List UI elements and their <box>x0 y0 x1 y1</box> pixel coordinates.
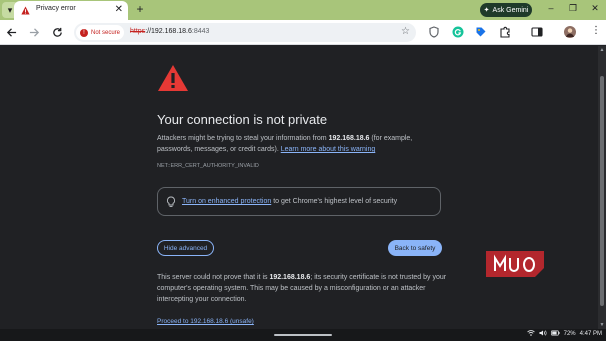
details-paragraph: This server could not prove that it is 1… <box>157 272 457 305</box>
os-taskbar: 72% 4:47 PM <box>0 329 606 341</box>
scroll-up-icon[interactable]: ▲ <box>599 47 605 53</box>
error-code: NET::ERR_CERT_AUTHORITY_INVALID <box>157 163 259 169</box>
scroll-down-icon[interactable]: ▼ <box>599 322 605 328</box>
details-text: This server could not prove that it is <box>157 274 270 281</box>
address-bar[interactable]: ! Not secure https://192.168.18.6:8443 ☆ <box>74 23 416 42</box>
page-title: Your connection is not private <box>157 112 328 127</box>
tab-title: Privacy error <box>36 5 76 12</box>
url-text[interactable]: https://192.168.18.6:8443 <box>130 28 209 35</box>
warning-triangle-icon <box>21 6 30 15</box>
arrow-left-icon <box>6 27 16 37</box>
danger-icon: ! <box>80 28 88 37</box>
wifi-icon[interactable] <box>526 330 535 338</box>
intro-text: Attackers might be trying to steal your … <box>157 135 329 142</box>
reload-icon <box>52 27 62 37</box>
arrow-right-icon <box>29 27 39 37</box>
enhanced-protection-text: Turn on enhanced protection to get Chrom… <box>182 198 397 205</box>
minimize-button[interactable]: – <box>544 3 558 13</box>
ask-gemini-label: Ask Gemini <box>492 6 529 14</box>
url-host: ://192.168.18.6 <box>145 28 192 35</box>
scrollbar-thumb[interactable] <box>600 76 604 306</box>
page-scrollbar[interactable]: ▲ ▼ <box>598 46 606 329</box>
muo-watermark-logo <box>486 251 544 277</box>
reload-button[interactable] <box>50 25 64 39</box>
puzzle-extensions-icon[interactable] <box>499 26 511 38</box>
tab-strip: ▾ Privacy error ✕ + ✦ Ask Gemini – ❐ ✕ <box>0 0 606 20</box>
enhanced-protection-link[interactable]: Turn on enhanced protection <box>182 198 271 205</box>
back-button[interactable] <box>4 25 18 39</box>
clock[interactable]: 4:47 PM <box>580 331 602 337</box>
sparkle-icon: ✦ <box>483 7 490 14</box>
new-tab-button[interactable]: + <box>133 2 147 16</box>
intro-paragraph: Attackers might be trying to steal your … <box>157 133 447 155</box>
chevron-down-icon: ▾ <box>7 4 13 15</box>
bookmark-star-icon[interactable]: ☆ <box>401 26 410 37</box>
enhanced-protection-box: Turn on enhanced protection to get Chrom… <box>157 187 441 216</box>
close-window-button[interactable]: ✕ <box>588 3 602 14</box>
battery-icon[interactable] <box>550 330 560 338</box>
tab-privacy-error[interactable]: Privacy error ✕ <box>14 1 128 20</box>
forward-button[interactable] <box>27 25 41 39</box>
system-tray: 72% 4:47 PM <box>526 330 602 338</box>
url-scheme: https <box>130 28 146 35</box>
volume-icon[interactable] <box>539 330 547 338</box>
browser-toolbar: ! Not secure https://192.168.18.6:8443 ☆… <box>0 20 606 45</box>
proceed-unsafe-link[interactable]: Proceed to 192.168.18.6 (unsafe) <box>157 318 254 325</box>
warning-triangle-icon <box>158 65 188 91</box>
security-chip-label: Not secure <box>91 29 121 36</box>
details-host: 192.168.18.6 <box>269 274 311 281</box>
security-chip[interactable]: ! Not secure <box>76 25 124 40</box>
close-tab-icon[interactable]: ✕ <box>115 4 123 16</box>
lightbulb-icon <box>167 196 175 207</box>
back-to-safety-button[interactable]: Back to safety <box>388 240 442 256</box>
profile-avatar[interactable] <box>564 26 576 38</box>
url-port: :8443 <box>191 28 210 35</box>
enhanced-protection-rest: to get Chrome's highest level of securit… <box>271 198 398 205</box>
kebab-menu-icon[interactable]: ⋮ <box>590 25 602 37</box>
battery-percent: 72% <box>563 331 576 337</box>
ask-gemini-button[interactable]: ✦ Ask Gemini <box>480 3 532 17</box>
side-panel-icon[interactable] <box>531 26 543 38</box>
hide-advanced-button[interactable]: Hide advanced <box>157 240 214 256</box>
grammar-extension-icon[interactable] <box>452 26 464 38</box>
restore-button[interactable]: ❐ <box>566 3 580 14</box>
tag-extension-icon[interactable] <box>475 26 487 38</box>
gesture-handle[interactable] <box>274 334 332 336</box>
shield-extension-icon[interactable] <box>428 26 440 38</box>
learn-more-link[interactable]: Learn more about this warning <box>281 146 376 153</box>
intro-host: 192.168.18.6 <box>328 135 370 142</box>
